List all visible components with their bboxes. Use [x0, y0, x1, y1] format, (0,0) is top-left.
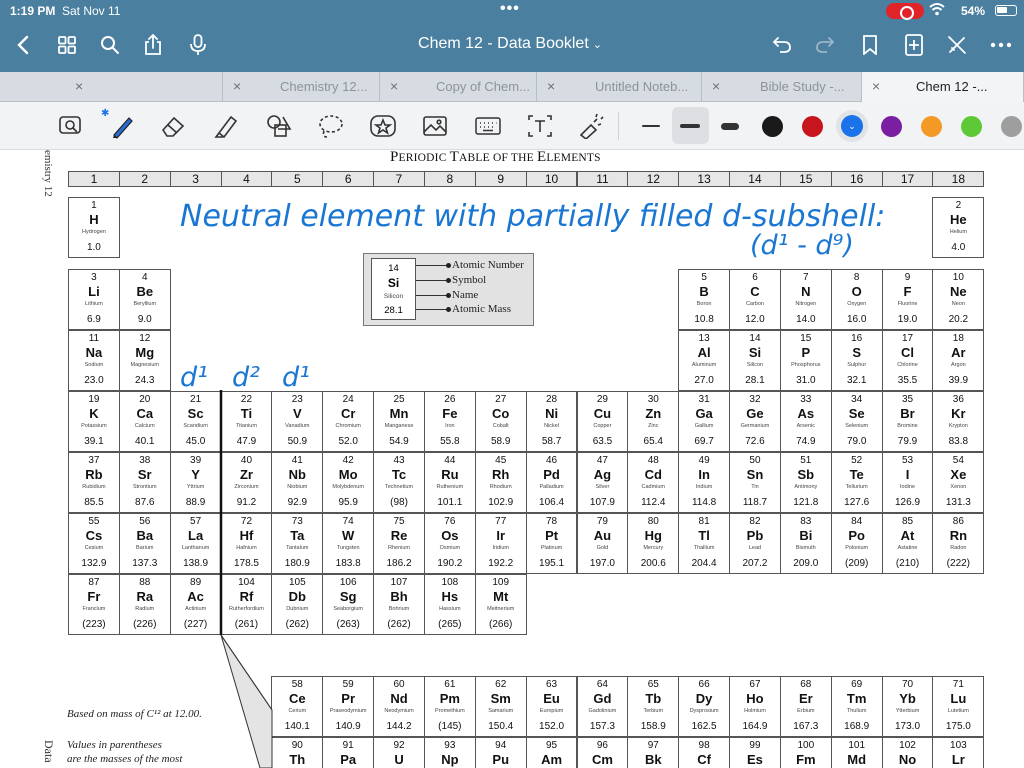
legend-number: 14 [388, 263, 399, 274]
legend-dot [446, 307, 451, 312]
tab-label: Untitled Noteb... [595, 79, 689, 94]
tab-label: Chem 12 -... [916, 79, 988, 94]
close-tab-icon[interactable]: × [547, 78, 555, 94]
battery-percent: 54% [961, 4, 986, 18]
image-icon[interactable] [420, 112, 450, 140]
color-blue-selected[interactable]: ⌄ [841, 115, 863, 137]
legend-line [416, 295, 449, 296]
legend-line [416, 265, 449, 266]
lasso-icon[interactable] [316, 112, 346, 140]
microphone-icon[interactable] [183, 30, 213, 60]
footnote-most: are the masses of the most [67, 753, 183, 765]
multitasking-dots-icon[interactable]: ••• [500, 0, 520, 18]
color-purple[interactable] [881, 116, 902, 137]
document-title[interactable]: Chem 12 - Data Booklet ⌄ [380, 35, 640, 53]
back-icon[interactable] [8, 30, 38, 60]
legend-symbol: Si [387, 276, 400, 290]
legend-key: 14 Si Silicon 28.1 Atomic Number Symbol … [363, 253, 534, 326]
share-icon[interactable] [138, 30, 168, 60]
footnote-parentheses: Values in parentheses [67, 739, 162, 751]
tab-chem-12-active[interactable]: × Chem 12 -... [862, 72, 1024, 102]
stroke-medium[interactable] [680, 124, 700, 128]
add-page-icon[interactable] [899, 30, 929, 60]
battery-icon [995, 5, 1017, 16]
undo-icon[interactable] [767, 30, 797, 60]
legend-mass: 28.1 [384, 305, 403, 316]
grid-view-icon[interactable] [52, 30, 82, 60]
status-bar: 1:19 PM Sat Nov 11 ••• 54% [0, 0, 1024, 22]
legend-label-name: Name [452, 289, 479, 301]
shapes-icon[interactable] [264, 112, 294, 140]
chevron-down-icon: ⌄ [592, 39, 602, 51]
legend-label-atomic-number: Atomic Number [452, 259, 524, 271]
legend-dot [446, 278, 451, 283]
tab-label: Copy of Chem... [436, 79, 530, 94]
close-tab-icon[interactable]: × [233, 78, 241, 94]
search-icon[interactable] [95, 30, 125, 60]
legend-label-symbol: Symbol [452, 274, 487, 286]
status-date: Sat Nov 11 [62, 4, 121, 18]
close-tab-icon[interactable]: × [75, 78, 83, 94]
color-gray[interactable] [1001, 116, 1022, 137]
pen-icon[interactable] [108, 112, 138, 140]
tab-untitled-notebook[interactable]: × Untitled Noteb... [537, 72, 702, 102]
stroke-thin[interactable] [642, 125, 660, 127]
zoom-lasso-icon[interactable] [56, 112, 86, 140]
bookmark-icon[interactable] [855, 30, 885, 60]
stroke-thick[interactable] [721, 123, 739, 130]
footnote-mass-basis: Based on mass of C¹² at 12.00. [67, 708, 202, 720]
legend-name: Silicon [383, 293, 404, 300]
tab-bible-study[interactable]: × Bible Study -... [702, 72, 862, 102]
color-red[interactable] [802, 116, 823, 137]
legend-dot [446, 263, 451, 268]
eraser-icon[interactable] [158, 112, 188, 140]
legend-sample-cell: 14 Si Silicon 28.1 [371, 258, 416, 320]
document-title-label: Chem 12 - Data Booklet [418, 35, 589, 52]
pen-off-icon[interactable] [942, 30, 972, 60]
legend-line [416, 309, 449, 310]
highlighter-icon[interactable] [211, 112, 241, 140]
document-page[interactable]: emistry 12 Data PERIODIC TABLE OF THE EL… [0, 150, 1024, 768]
legend-line [416, 280, 449, 281]
tab-label: Chemistry 12... [280, 79, 368, 94]
status-time: 1:19 PM [10, 4, 56, 18]
close-tab-icon[interactable]: × [872, 78, 880, 94]
color-green[interactable] [961, 116, 982, 137]
tab-blank[interactable]: × [65, 72, 223, 102]
text-box-icon[interactable] [525, 112, 555, 140]
keyboard-icon[interactable] [473, 112, 503, 140]
color-black[interactable] [762, 116, 783, 137]
tab-label: Bible Study -... [760, 79, 845, 94]
table-connector-lines [219, 390, 273, 768]
close-tab-icon[interactable]: × [390, 78, 398, 94]
tab-copy-of-chem[interactable]: × Copy of Chem... [380, 72, 537, 102]
tab-bar: × × Chemistry 12... × Copy of Chem... × … [0, 72, 1024, 102]
legend-dot [446, 293, 451, 298]
laser-pointer-icon[interactable] [576, 112, 606, 140]
app-header: 1:19 PM Sat Nov 11 ••• 54% Chem 12 - Dat… [0, 0, 1024, 72]
wifi-icon [929, 2, 945, 19]
sticker-icon[interactable] [368, 112, 398, 140]
redo-icon[interactable] [810, 30, 840, 60]
legend-label-atomic-mass: Atomic Mass [452, 303, 511, 315]
tab-chemistry-12[interactable]: × Chemistry 12... [223, 72, 380, 102]
tool-bar: ✱ ⌄ [0, 102, 1024, 150]
more-icon[interactable] [986, 30, 1016, 60]
close-tab-icon[interactable]: × [712, 78, 720, 94]
toolbar-divider [618, 112, 619, 140]
screen-record-icon [886, 3, 924, 20]
color-orange[interactable] [921, 116, 942, 137]
